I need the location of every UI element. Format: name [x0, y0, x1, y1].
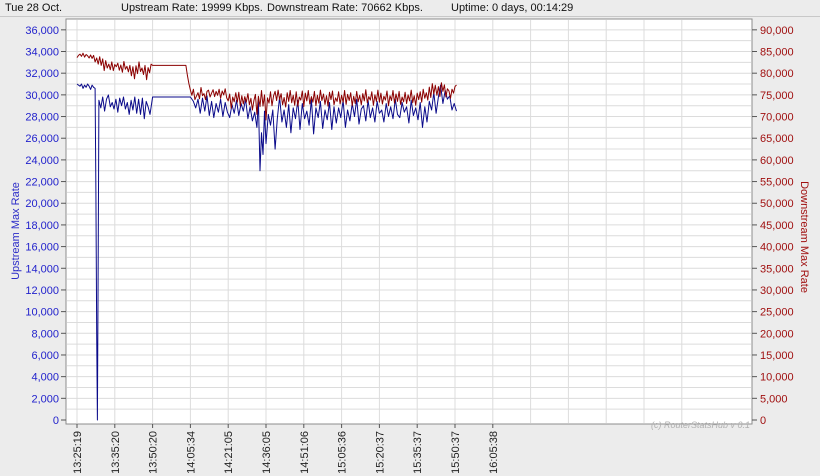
right-tick-label: 90,000	[760, 25, 794, 37]
right-tick-label: 85,000	[760, 47, 794, 59]
x-tick-label: 14:05:34	[185, 431, 197, 474]
x-tick-label: 14:36:05	[261, 431, 273, 474]
right-tick-label: 65,000	[760, 133, 794, 145]
right-tick-label: 60,000	[760, 155, 794, 167]
right-tick-label: 15,000	[760, 350, 794, 362]
x-tick-label: 13:25:19	[72, 431, 84, 474]
left-tick-label: 14,000	[25, 263, 59, 275]
left-tick-label: 8,000	[31, 328, 59, 340]
left-tick-label: 30,000	[25, 90, 59, 102]
right-tick-label: 50,000	[760, 198, 794, 210]
status-downstream-rate: Downstream Rate: 70662 Kbps.	[267, 2, 423, 14]
right-tick-label: 0	[760, 415, 766, 427]
right-tick-label: 80,000	[760, 68, 794, 80]
right-tick-label: 5,000	[760, 393, 788, 405]
left-tick-label: 6,000	[31, 350, 59, 362]
right-tick-label: 40,000	[760, 242, 794, 254]
left-tick-label: 22,000	[25, 177, 59, 189]
left-tick-label: 0	[53, 415, 59, 427]
right-tick-label: 10,000	[760, 372, 794, 384]
x-tick-label: 15:35:37	[412, 431, 424, 474]
right-tick-label: 75,000	[760, 90, 794, 102]
left-tick-label: 4,000	[31, 372, 59, 384]
chart: 0 2,000 4,000 6,000 8,000 10,000 12,000 14,000 1…	[10, 18, 810, 474]
status-date: Tue 28 Oct.	[5, 2, 63, 14]
x-tick-label: 15:20:37	[374, 431, 386, 474]
left-axis: 0 2,000 4,000 6,000 8,000 10,000 12,000 14,000 1…	[25, 25, 66, 427]
left-tick-label: 10,000	[25, 307, 59, 319]
right-axis-label: Downstream Max Rate	[798, 181, 810, 293]
x-tick-label: 15:05:36	[337, 431, 349, 474]
right-axis: 0 5,000 10,000 15,000 20,000 25,000 30,000 35,0…	[752, 25, 794, 427]
x-tick-label: 16:05:38	[488, 431, 500, 474]
left-axis-label: Upstream Max Rate	[10, 182, 22, 280]
left-tick-label: 18,000	[25, 220, 59, 232]
status-upstream-rate: Upstream Rate: 19999 Kbps.	[121, 2, 263, 14]
x-tick-label: 15:50:37	[450, 431, 462, 474]
plot-area	[65, 18, 753, 425]
x-tick-label: 14:21:05	[223, 431, 235, 474]
right-tick-label: 35,000	[760, 263, 794, 275]
right-tick-label: 25,000	[760, 307, 794, 319]
x-axis: 13:25:19 13:35:20 13:50:20 14:05:34 14:21:05…	[72, 424, 500, 474]
left-tick-label: 16,000	[25, 242, 59, 254]
right-tick-label: 45,000	[760, 220, 794, 232]
left-tick-label: 12,000	[25, 285, 59, 297]
x-tick-label: 14:51:06	[299, 431, 311, 474]
left-tick-label: 28,000	[25, 112, 59, 124]
left-tick-label: 36,000	[25, 25, 59, 37]
status-uptime: Uptime: 0 days, 00:14:29	[451, 2, 574, 14]
right-tick-label: 55,000	[760, 177, 794, 189]
right-tick-label: 30,000	[760, 285, 794, 297]
right-tick-label: 20,000	[760, 328, 794, 340]
status-bar: Tue 28 Oct. Upstream Rate: 19999 Kbps. D…	[0, 0, 820, 17]
right-tick-label: 70,000	[760, 112, 794, 124]
left-tick-label: 32,000	[25, 68, 59, 80]
x-tick-label: 13:35:20	[110, 431, 122, 474]
watermark: (c) RouterStatsHub v 0.1	[651, 420, 750, 430]
left-tick-label: 26,000	[25, 133, 59, 145]
x-tick-label: 13:50:20	[148, 431, 160, 474]
left-tick-label: 2,000	[31, 393, 59, 405]
left-tick-label: 34,000	[25, 47, 59, 59]
left-tick-label: 24,000	[25, 155, 59, 167]
left-tick-label: 20,000	[25, 198, 59, 210]
